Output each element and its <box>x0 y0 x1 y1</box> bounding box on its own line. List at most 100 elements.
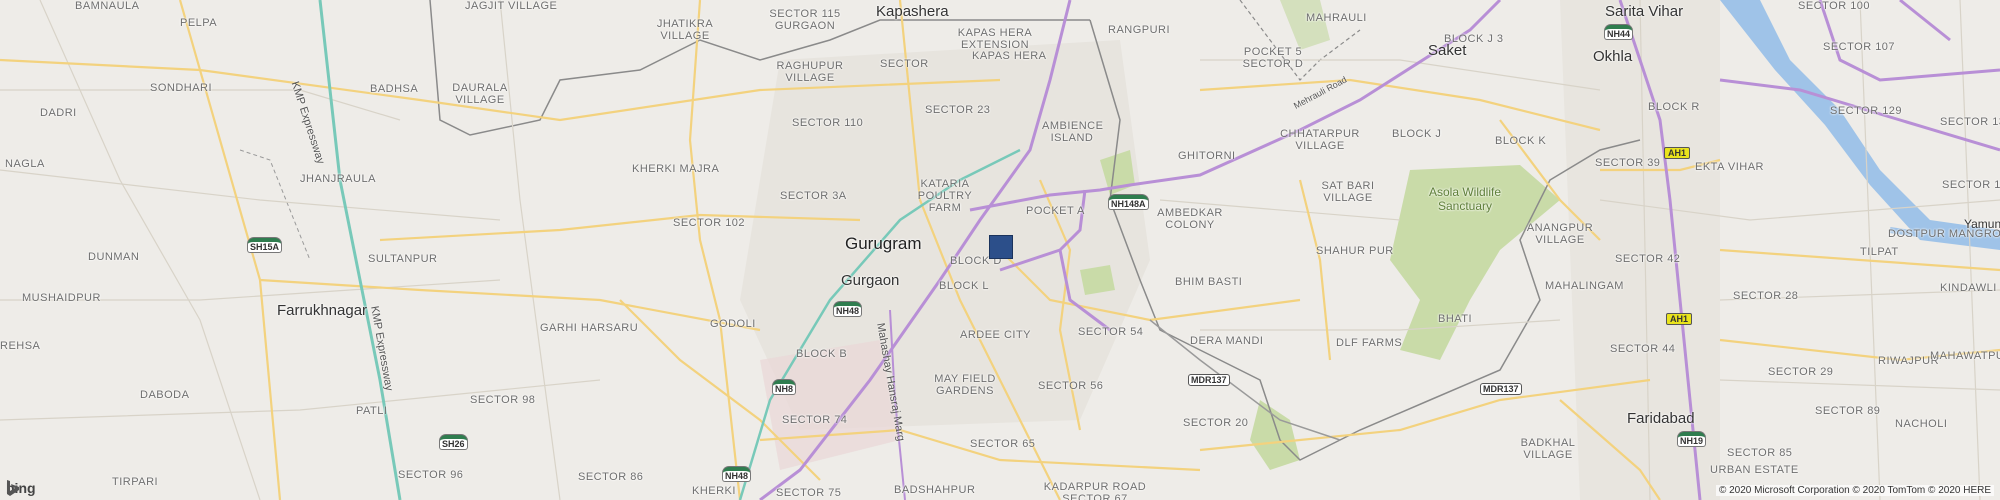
map-label: SECTOR 42 <box>1615 253 1681 265</box>
map-label: BLOCK K <box>1495 135 1547 147</box>
map-label: SECTOR 102 <box>673 217 746 229</box>
map-label: BLOCK B <box>796 348 848 360</box>
bing-icon <box>7 480 19 496</box>
map-label: JHANJRAULA <box>300 173 376 185</box>
city-label: Okhla <box>1593 48 1633 65</box>
map-label: SECTOR 3A <box>780 190 847 202</box>
map-label: TIRPARI <box>112 476 159 488</box>
map-label: MUSHAIDPUR <box>22 292 101 304</box>
map-label: DABODA <box>140 389 190 401</box>
map-label: MAHAWATPUR <box>1930 350 2000 362</box>
map-label: SECTOR <box>880 58 929 70</box>
map-label: BAMNAULA <box>75 0 140 12</box>
nh148a-road-shield: NH148A <box>1109 195 1148 209</box>
map-label: REHSA <box>0 340 41 352</box>
map-label: SECTOR 29 <box>1768 366 1834 378</box>
map-label: SECTOR 39 <box>1595 157 1661 169</box>
map-label: TILPAT <box>1860 246 1899 258</box>
map-label: PATLI <box>356 405 388 417</box>
map-label: KAPAS HERA <box>972 50 1047 62</box>
map-label: SECTOR 107 <box>1823 41 1896 53</box>
map-label: SECTOR 54 <box>1078 326 1144 338</box>
map-label: SULTANPUR <box>368 253 438 265</box>
map-label: KATARIA POULTRY FARM <box>917 178 973 214</box>
map-label: SECTOR 85 <box>1727 447 1793 459</box>
city-label: Gurgaon <box>841 272 900 289</box>
map-label: KAPAS HERA EXTENSION <box>957 27 1033 51</box>
map-label: KHERKI <box>692 485 736 497</box>
mdr137-road-shield: MDR137 <box>1188 374 1230 386</box>
map-label: DADRI <box>40 107 77 119</box>
map-label: SECTOR 86 <box>578 471 644 483</box>
city-label: Farrukhnagar <box>277 302 368 319</box>
map-label: SECTOR 110 <box>792 117 864 129</box>
city-label: Yamuna <box>1964 217 2000 231</box>
map-label: SECTOR 65 <box>970 438 1036 450</box>
sh26-road-shield: SH26 <box>440 435 467 449</box>
map-label: PELPA <box>180 17 218 29</box>
map-label: BLOCK R <box>1648 101 1700 113</box>
city-label: Faridabad <box>1627 410 1695 427</box>
map-label: NAGLA <box>5 158 45 170</box>
map-label: SECTOR 75 <box>776 487 842 499</box>
map-label: ANANGPUR VILLAGE <box>1526 222 1594 246</box>
nh8-road-shield: NH8 <box>773 380 796 394</box>
map-label: DAURALA VILLAGE <box>452 82 508 106</box>
map-label: BHATI <box>1438 313 1473 325</box>
map-label: SECTOR 56 <box>1038 380 1104 392</box>
map-label: SECTOR 20 <box>1183 417 1249 429</box>
map-label: DLF FARMS <box>1336 337 1403 349</box>
city-label: Saket <box>1428 42 1467 59</box>
map-label: SECTOR 136 <box>1940 116 2000 128</box>
map-label: KADARPUR ROAD SECTOR 67 <box>1043 481 1147 500</box>
map-label: GODOLI <box>710 318 756 330</box>
park-label: Asola Wildlife Sanctuary <box>1428 185 1502 213</box>
nh48-road-shield: NH48 <box>723 467 751 481</box>
map-label: KINDAWLI <box>1940 282 1997 294</box>
map-label: SECTOR 129 <box>1830 105 1903 117</box>
map-label: MAHRAULI <box>1306 12 1367 24</box>
map-label: SECTOR 74 <box>782 414 848 426</box>
map-label: SHAHUR PUR <box>1316 245 1394 257</box>
mdr137-road-shield: MDR137 <box>1480 383 1522 395</box>
city-label: Gurugram <box>845 234 922 253</box>
map-label: SECTOR 115 GURGAON <box>769 8 841 32</box>
map-label: SECTOR 98 <box>470 394 536 406</box>
map-label: SECTOR 23 <box>925 104 991 116</box>
map-label: SECTOR 167A <box>1942 179 2000 191</box>
map-label: MAY FIELD GARDENS <box>934 373 996 397</box>
city-label: Kapashera <box>876 3 949 20</box>
ah1-road-shield: AH1 <box>1666 313 1693 325</box>
map-label: MAHALINGAM <box>1545 280 1624 292</box>
sh15a-road-shield: SH15A <box>248 238 282 252</box>
map-label: BADHSA <box>370 83 419 95</box>
map-label: RAGHUPUR VILLAGE <box>776 60 844 84</box>
map-label: SECTOR 89 <box>1815 405 1881 417</box>
nh44-road-shield: NH44 <box>1605 25 1633 39</box>
map-label: RANGPURI <box>1108 24 1171 36</box>
map-label: JHATIKRA VILLAGE <box>656 18 714 42</box>
ah1-road-shield: AH1 <box>1664 147 1691 159</box>
map-label: DUNMAN <box>88 251 140 263</box>
map-label: AMBEDKAR COLONY <box>1157 207 1223 231</box>
map-label: POCKET A <box>1026 205 1085 217</box>
map-label: SONDHARI <box>150 82 213 94</box>
map-label: BADKHAL VILLAGE <box>1520 437 1576 461</box>
nh19-road-shield: NH19 <box>1678 432 1706 446</box>
map-copyright: © 2020 Microsoft Corporation © 2020 TomT… <box>1715 485 1994 496</box>
map-label: JAGJIT VILLAGE <box>465 0 558 12</box>
bing-logo: bing <box>6 480 36 496</box>
map-canvas[interactable]: BAMNAULA PELPA SONDHARI DADRI NAGLA BADH… <box>0 0 2000 500</box>
map-label: BADSHAHPUR <box>894 484 976 496</box>
map-label: POCKET 5 SECTOR D <box>1242 46 1304 70</box>
map-label: AMBIENCE ISLAND <box>1042 120 1104 144</box>
map-label: NACHOLI <box>1895 418 1948 430</box>
map-label: BLOCK L <box>939 280 989 292</box>
map-label: GHITORNI <box>1178 150 1236 162</box>
map-label: BLOCK J <box>1392 128 1442 140</box>
map-label: SECTOR 28 <box>1733 290 1799 302</box>
map-label: SECTOR 96 <box>398 469 464 481</box>
map-label: SECTOR 100 <box>1798 0 1871 12</box>
map-label: GARHI HARSARU <box>540 322 639 334</box>
location-marker-pin[interactable] <box>989 235 1013 259</box>
